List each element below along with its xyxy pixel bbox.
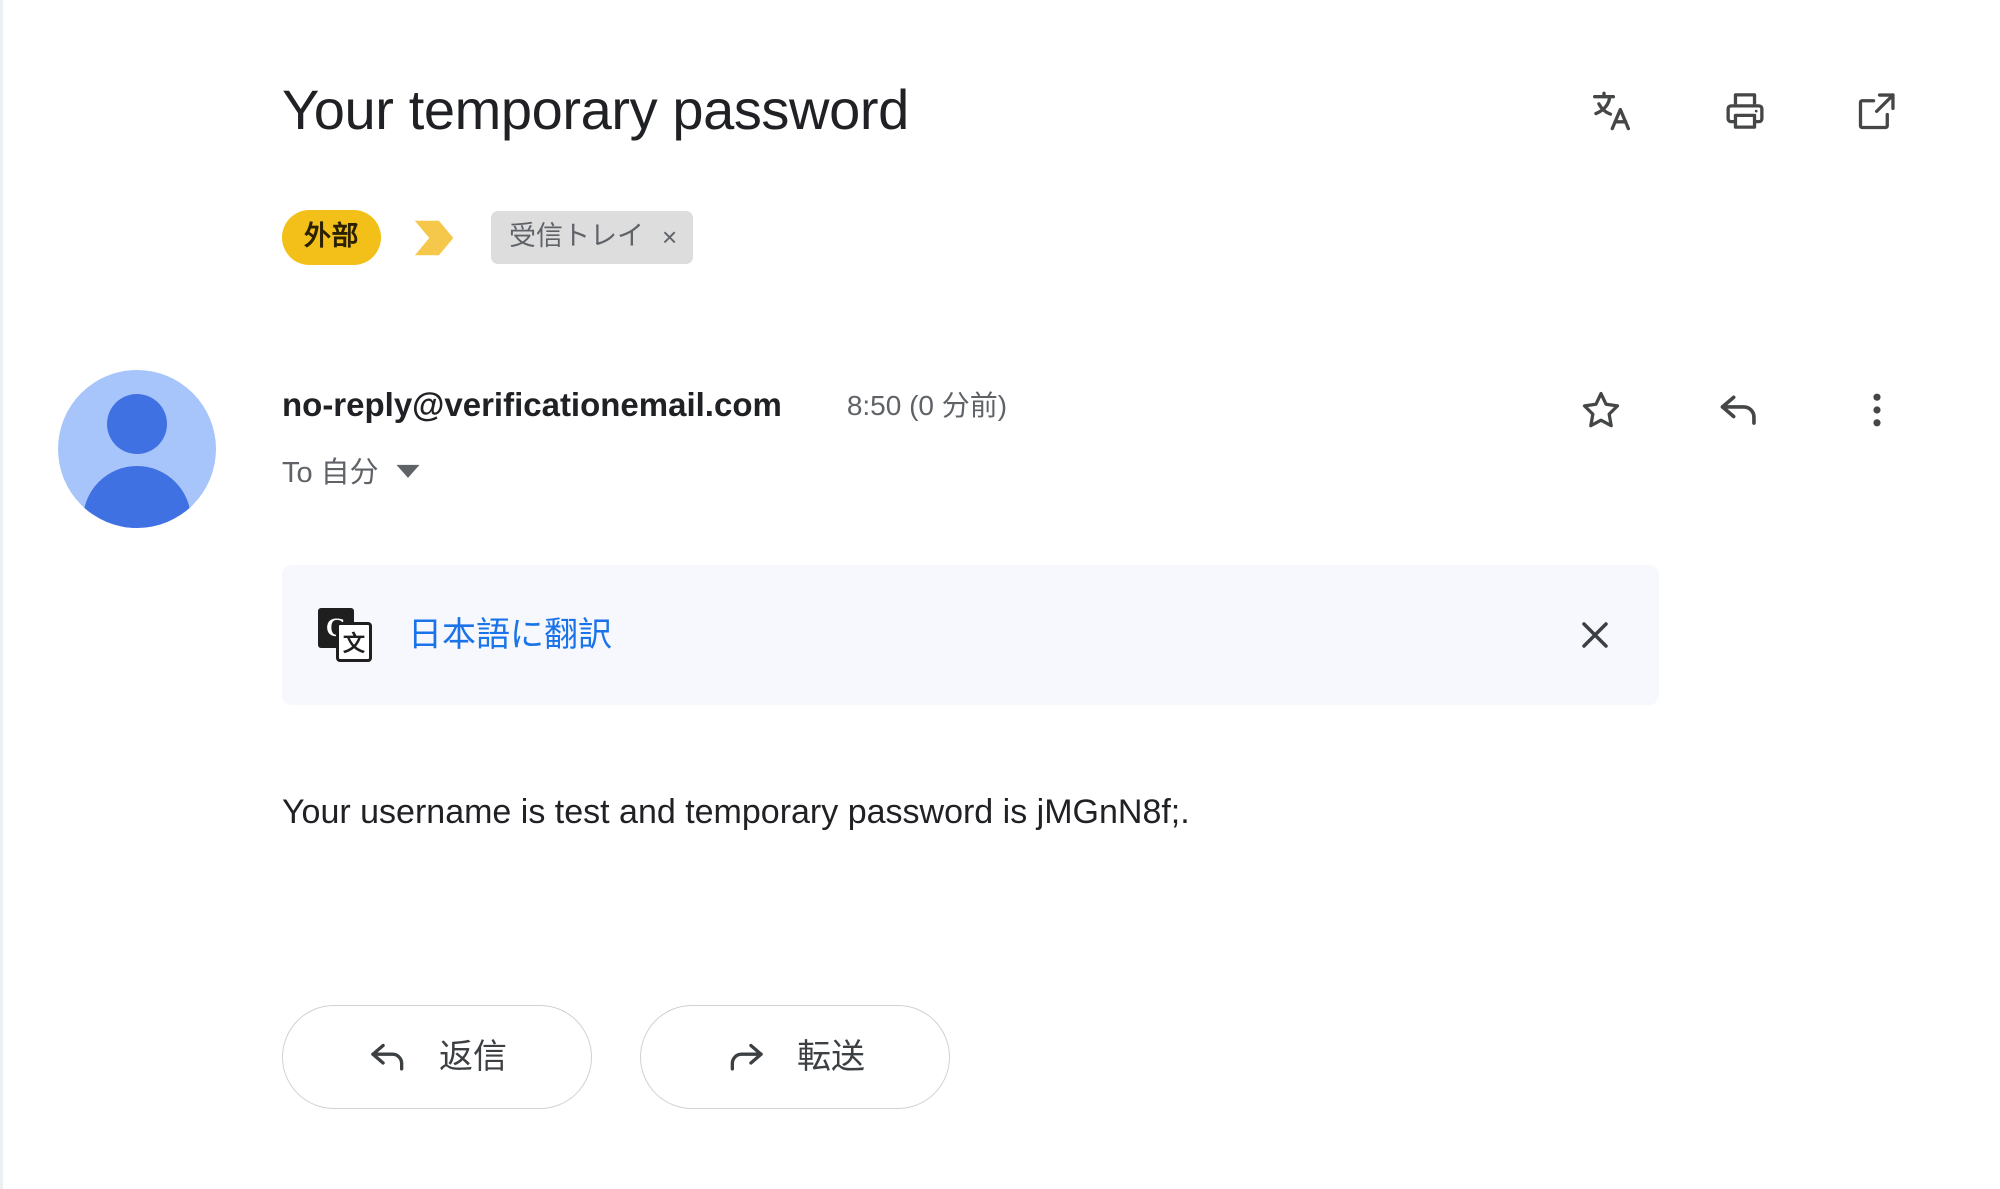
sender-email[interactable]: no-reply@verificationemail.com bbox=[282, 385, 782, 425]
reply-arrow-icon bbox=[367, 1036, 409, 1078]
person-avatar-icon bbox=[58, 370, 216, 528]
translate-icon[interactable] bbox=[1590, 88, 1636, 134]
message-footer-actions: 返信 転送 bbox=[282, 1005, 950, 1109]
label-chip-inbox[interactable]: 受信トレイ × bbox=[491, 211, 694, 264]
recipient-label: To 自分 bbox=[282, 457, 379, 489]
star-icon[interactable] bbox=[1578, 387, 1624, 433]
forward-arrow-icon bbox=[725, 1036, 767, 1078]
print-icon[interactable] bbox=[1722, 88, 1768, 134]
reply-icon[interactable] bbox=[1716, 387, 1762, 433]
label-chip-text: 受信トレイ bbox=[509, 221, 644, 251]
open-in-new-icon[interactable] bbox=[1854, 88, 1900, 134]
page-title: Your temporary password bbox=[282, 78, 909, 141]
forward-button-label: 転送 bbox=[797, 1038, 865, 1076]
labels-row: 外部 受信トレイ × bbox=[282, 210, 694, 265]
sender-row: no-reply@verificationemail.com 8:50 (0 分… bbox=[282, 385, 1922, 433]
more-options-icon[interactable] bbox=[1854, 387, 1900, 433]
reply-button[interactable]: 返信 bbox=[282, 1005, 592, 1109]
translate-icon-target-glyph: 文 bbox=[336, 622, 372, 662]
message-timestamp: 8:50 (0 分前) bbox=[846, 390, 1008, 421]
recipient-row[interactable]: To 自分 bbox=[282, 455, 421, 491]
forward-button[interactable]: 転送 bbox=[640, 1005, 950, 1109]
important-chevron-icon[interactable] bbox=[411, 218, 461, 258]
close-icon[interactable] bbox=[1571, 611, 1619, 659]
message-action-bar bbox=[1578, 387, 1900, 433]
chevron-down-icon[interactable] bbox=[395, 462, 421, 485]
header-action-bar bbox=[1590, 88, 1900, 134]
external-badge[interactable]: 外部 bbox=[282, 210, 381, 265]
translate-link[interactable]: 日本語に翻訳 bbox=[408, 615, 612, 655]
message-body: Your username is test and temporary pass… bbox=[282, 793, 1190, 831]
label-remove-icon[interactable]: × bbox=[662, 224, 677, 250]
google-translate-icon: G 文 bbox=[318, 608, 372, 662]
reply-button-label: 返信 bbox=[439, 1038, 507, 1076]
email-detail-view: Your temporary password 外部 受信トレイ × no-re… bbox=[0, 0, 2000, 1189]
translate-banner: G 文 日本語に翻訳 bbox=[282, 565, 1659, 705]
avatar-head bbox=[107, 394, 167, 454]
subject-row: Your temporary password bbox=[282, 78, 1922, 142]
avatar-body bbox=[83, 466, 191, 528]
